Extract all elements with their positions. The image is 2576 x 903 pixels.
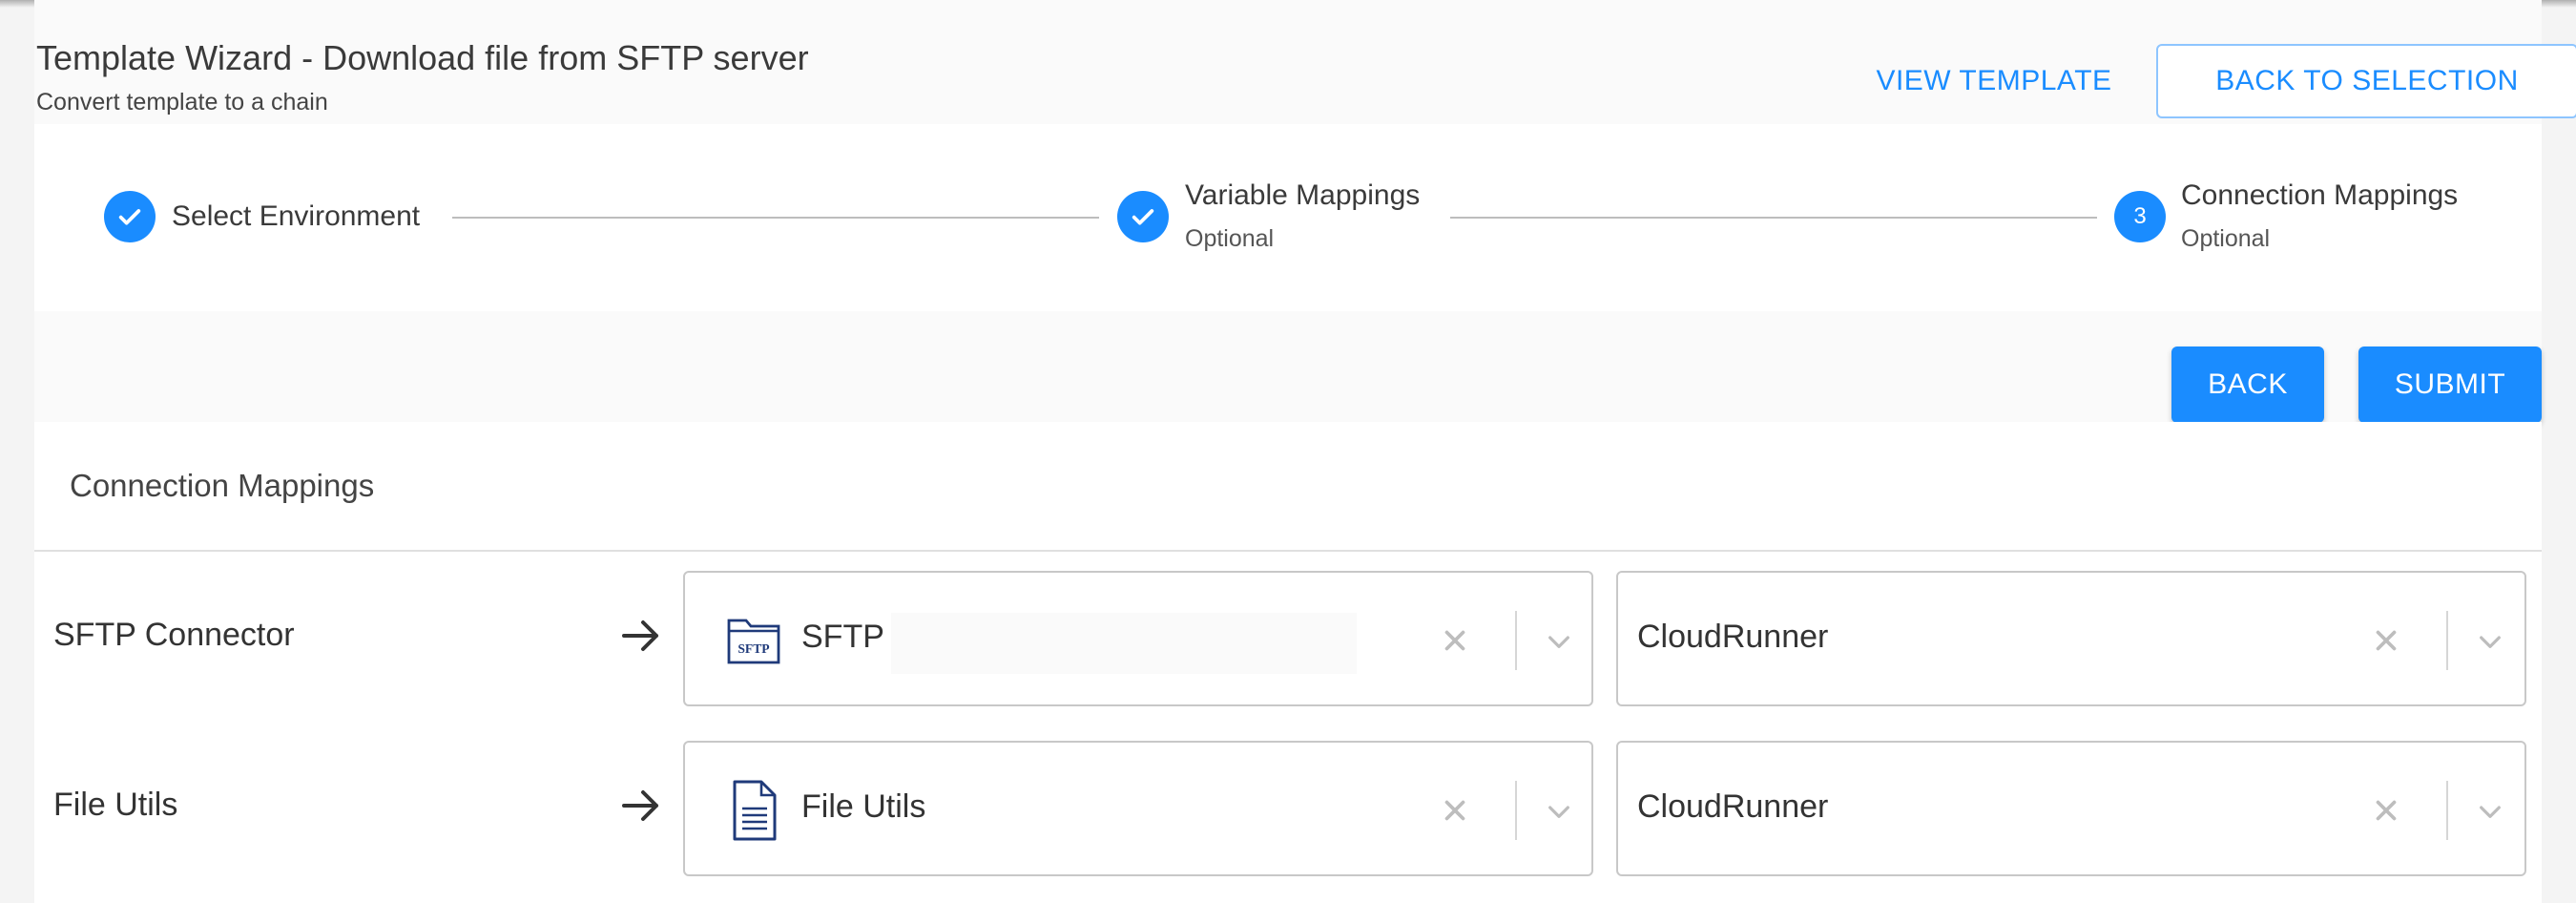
- step-2-label[interactable]: Variable Mappings: [1185, 179, 1420, 212]
- wizard-header: Template Wizard - Download file from SFT…: [34, 0, 2576, 124]
- back-button[interactable]: BACK: [2171, 346, 2324, 423]
- connection-select-value: File Utils: [801, 788, 926, 825]
- connection-mappings-panel: Connection Mappings SFTP Connector SFTP …: [34, 422, 2542, 903]
- select-separator: [2446, 611, 2448, 670]
- back-to-selection-button[interactable]: BACK TO SELECTION: [2156, 44, 2576, 118]
- runner-select-file-utils[interactable]: CloudRunner: [1616, 741, 2526, 876]
- step-2-optional: Optional: [1185, 225, 1275, 252]
- clear-icon[interactable]: [2370, 624, 2402, 657]
- sftp-icon-text: SFTP: [737, 641, 769, 656]
- step-3-optional: Optional: [2181, 225, 2271, 252]
- arrow-right-icon: [622, 620, 658, 651]
- step-1-check-icon[interactable]: [104, 191, 156, 242]
- wizard-actions: BACK SUBMIT: [34, 311, 2542, 423]
- submit-button[interactable]: SUBMIT: [2358, 346, 2542, 423]
- page-subtitle: Convert template to a chain: [36, 89, 328, 116]
- view-template-button[interactable]: VIEW TEMPLATE: [1851, 46, 2137, 116]
- select-separator: [1515, 781, 1517, 840]
- chevron-down-icon[interactable]: [1544, 626, 1574, 657]
- panel-title: Connection Mappings: [70, 468, 375, 503]
- input-field-background: [891, 613, 1357, 674]
- step-connector-2: [1450, 217, 2097, 219]
- connection-select-file-utils[interactable]: File Utils: [683, 741, 1593, 876]
- panel-divider: [34, 550, 2542, 552]
- row-label-sftp-connector: SFTP Connector: [53, 617, 295, 653]
- sftp-folder-icon: SFTP: [727, 619, 780, 664]
- step-3-label[interactable]: Connection Mappings: [2181, 179, 2458, 212]
- template-wizard-page: Template Wizard - Download file from SFT…: [34, 0, 2576, 903]
- connection-select-sftp[interactable]: SFTP SFTP: [683, 571, 1593, 706]
- step-2-check-icon[interactable]: [1117, 191, 1169, 242]
- step-3-number[interactable]: 3: [2114, 191, 2166, 242]
- row-label-file-utils: File Utils: [53, 787, 178, 823]
- step-1-label[interactable]: Select Environment: [172, 200, 420, 233]
- clear-icon[interactable]: [2370, 794, 2402, 827]
- select-separator: [2446, 781, 2448, 840]
- clear-icon[interactable]: [1439, 794, 1471, 827]
- chevron-down-icon[interactable]: [2475, 626, 2505, 657]
- step-connector-1: [452, 217, 1099, 219]
- chevron-down-icon[interactable]: [2475, 796, 2505, 827]
- arrow-right-icon: [622, 790, 658, 821]
- select-separator: [1515, 611, 1517, 670]
- connection-select-value: SFTP: [801, 619, 884, 655]
- document-icon: [733, 780, 777, 841]
- runner-select-value: CloudRunner: [1637, 619, 1829, 655]
- page-title: Template Wizard - Download file from SFT…: [36, 38, 809, 77]
- runner-select-sftp[interactable]: CloudRunner: [1616, 571, 2526, 706]
- chevron-down-icon[interactable]: [1544, 796, 1574, 827]
- wizard-stepper: Select Environment Variable Mappings Opt…: [34, 124, 2542, 311]
- runner-select-value: CloudRunner: [1637, 788, 1829, 825]
- clear-icon[interactable]: [1439, 624, 1471, 657]
